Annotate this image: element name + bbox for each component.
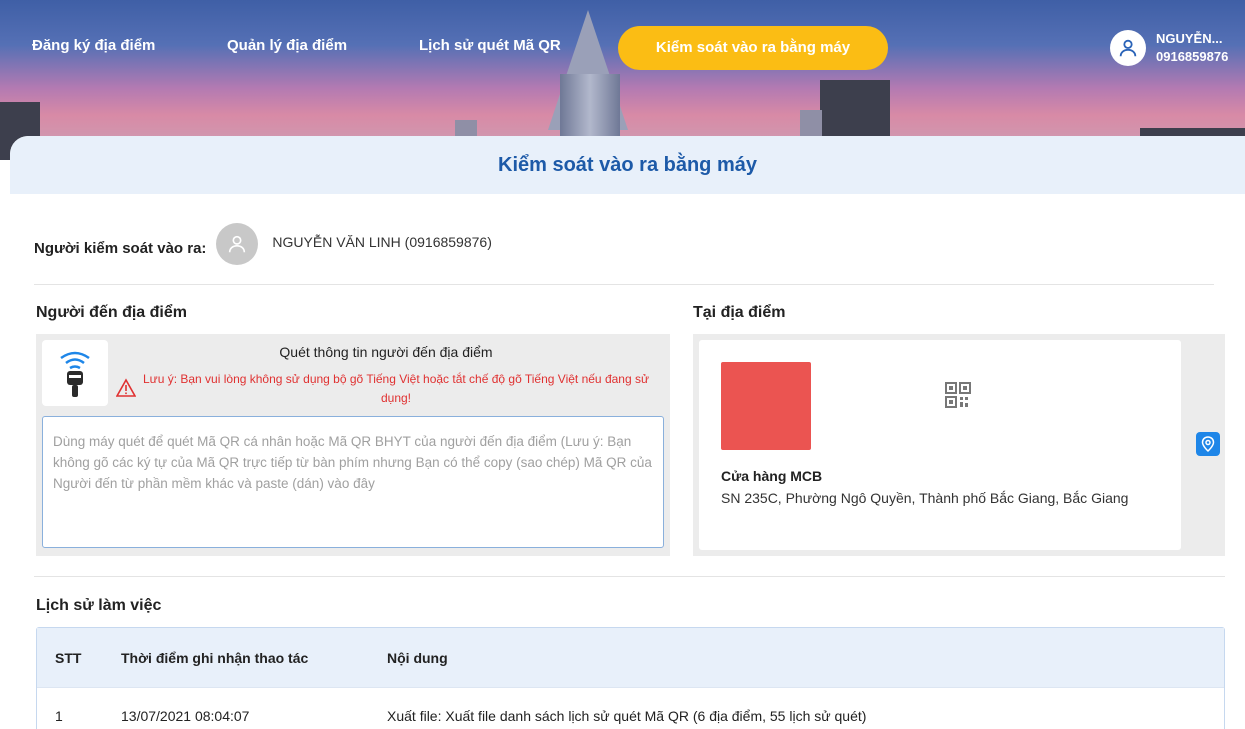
user-avatar bbox=[1110, 30, 1146, 66]
controller-name: NGUYỄN VĂN LINH (0916859876) bbox=[272, 234, 492, 250]
user-name: NGUYỄN... bbox=[1156, 31, 1223, 46]
nav-active-label: Kiểm soát vào ra bằng máy bbox=[655, 38, 851, 56]
qr-scan-input[interactable] bbox=[42, 416, 664, 548]
visitor-scan-panel: Quét thông tin người đến địa điểm Lưu ý:… bbox=[36, 334, 670, 556]
location-panel: Cửa hàng MCB SN 235C, Phường Ngô Quyền, … bbox=[693, 334, 1225, 556]
nav-register-location[interactable]: Đăng ký địa điểm bbox=[32, 37, 155, 54]
warning-text: Lưu ý: Bạn vui lòng không sử dụng bộ gõ … bbox=[142, 372, 649, 405]
scan-warning: Lưu ý: Bạn vui lòng không sử dụng bộ gõ … bbox=[116, 370, 656, 408]
scan-heading: Quét thông tin người đến địa điểm bbox=[279, 344, 493, 360]
page-title: Kiểm soát vào ra bằng máy bbox=[10, 136, 1245, 194]
nav-qr-scan-history[interactable]: Lịch sử quét Mã QR bbox=[419, 37, 561, 54]
barcode-scanner-icon bbox=[60, 351, 90, 397]
top-navigation: Đăng ký địa điểm Quản lý địa điểm Lịch s… bbox=[0, 24, 1245, 72]
map-pin-icon bbox=[1201, 436, 1215, 452]
user-icon bbox=[1119, 39, 1137, 57]
location-card: Cửa hàng MCB SN 235C, Phường Ngô Quyền, … bbox=[699, 340, 1181, 550]
user-info: NGUYỄN... 0916859876 bbox=[1156, 30, 1245, 66]
column-header-stt: STT bbox=[55, 649, 82, 666]
nav-manage-location[interactable]: Quản lý địa điểm bbox=[227, 37, 347, 54]
location-address: SN 235C, Phường Ngô Quyền, Thành phố Bắc… bbox=[721, 490, 1129, 506]
controller-label: Người kiểm soát vào ra: bbox=[34, 239, 207, 257]
cell-stt: 1 bbox=[55, 708, 63, 724]
divider bbox=[34, 284, 1214, 285]
table-row: 1 13/07/2021 08:04:07 Xuất file: Xuất fi… bbox=[37, 688, 1224, 729]
column-header-time: Thời điểm ghi nhận thao tác bbox=[121, 649, 309, 666]
cell-time: 13/07/2021 08:04:07 bbox=[121, 708, 250, 724]
scanner-icon bbox=[42, 340, 108, 406]
history-table: STT Thời điểm ghi nhận thao tác Nội dung… bbox=[36, 627, 1225, 729]
controller-row: Người kiểm soát vào ra: NGUYỄN VĂN LINH … bbox=[34, 223, 1214, 265]
location-thumbnail bbox=[721, 362, 811, 450]
user-phone: 0916859876 bbox=[1156, 49, 1229, 64]
map-pin-button[interactable] bbox=[1196, 432, 1220, 456]
user-menu[interactable]: NGUYỄN... 0916859876 bbox=[1110, 24, 1245, 72]
divider bbox=[34, 576, 1225, 577]
location-section-title: Tại địa điểm bbox=[693, 304, 786, 321]
user-icon bbox=[229, 235, 246, 253]
main-card: Kiểm soát vào ra bằng máy Người kiểm soá… bbox=[10, 136, 1245, 729]
visitor-section-title: Người đến địa điểm bbox=[36, 304, 187, 321]
location-name: Cửa hàng MCB bbox=[721, 468, 823, 484]
history-section-title: Lịch sử làm việc bbox=[36, 597, 162, 614]
avatar bbox=[216, 223, 259, 265]
qr-code-icon[interactable] bbox=[945, 382, 971, 408]
table-header: STT Thời điểm ghi nhận thao tác Nội dung bbox=[37, 628, 1224, 688]
warning-icon bbox=[116, 378, 136, 397]
cell-content: Xuất file: Xuất file danh sách lịch sử q… bbox=[387, 708, 867, 724]
nav-machine-access-control[interactable]: Kiểm soát vào ra bằng máy bbox=[618, 26, 888, 70]
column-header-content: Nội dung bbox=[387, 649, 448, 666]
